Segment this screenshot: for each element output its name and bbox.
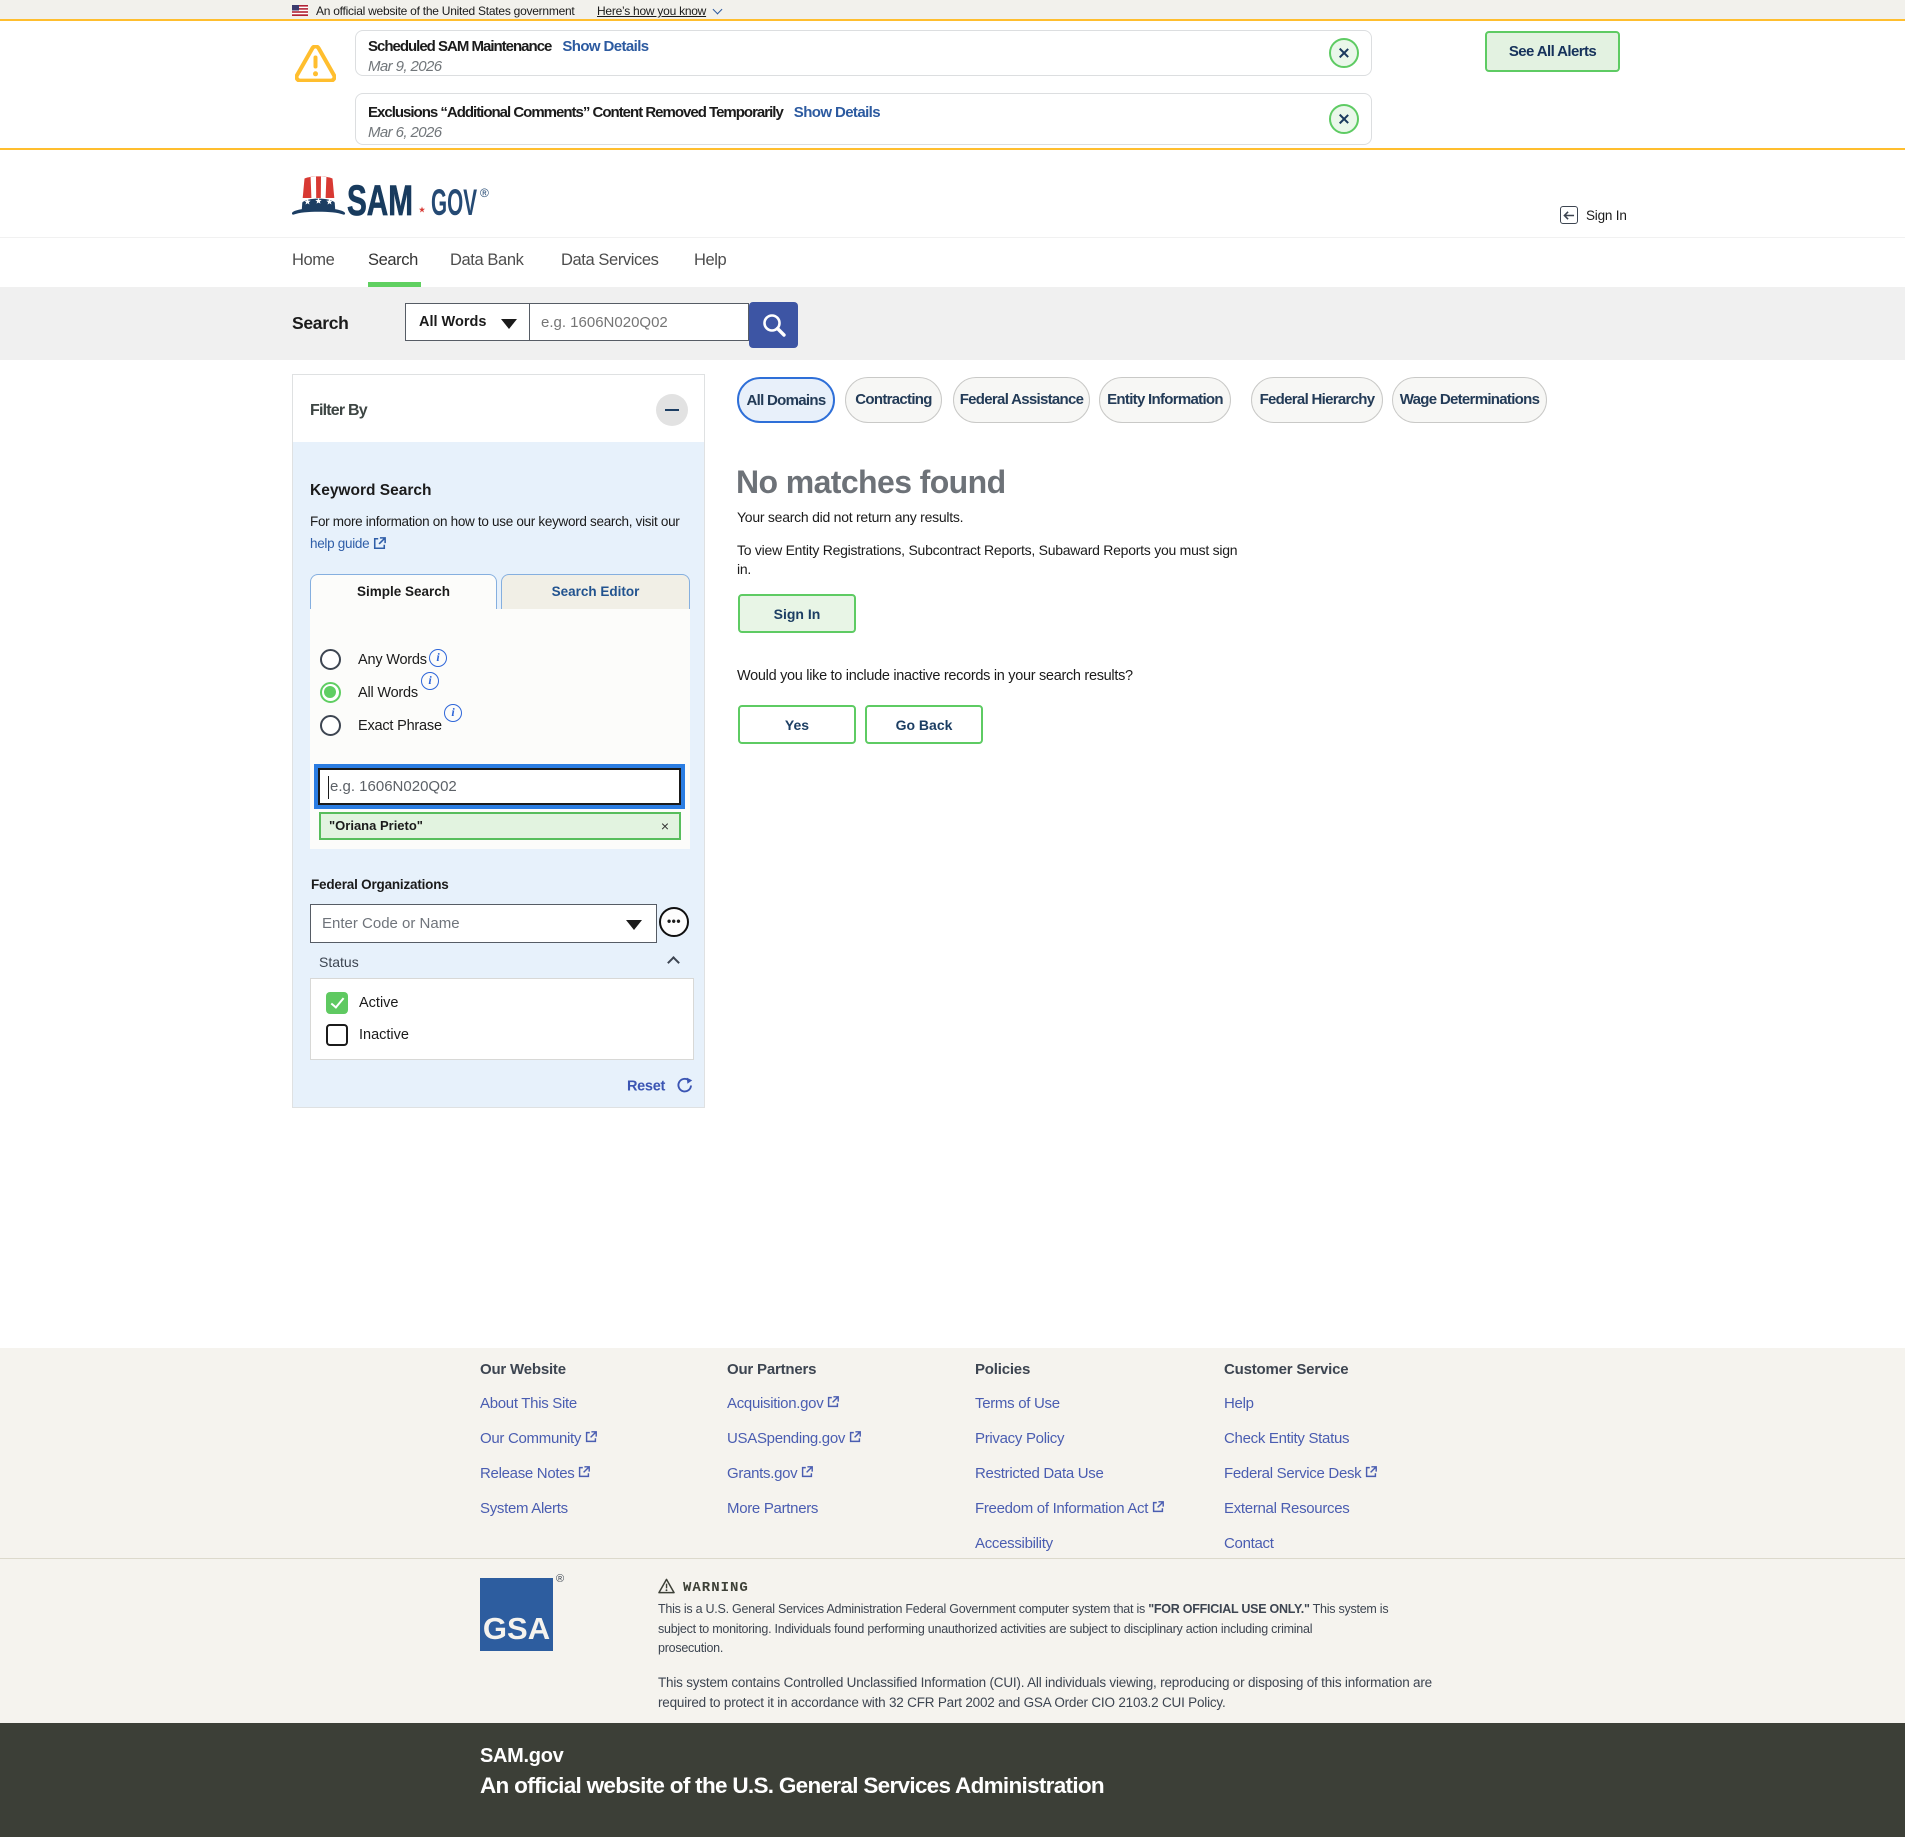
svg-text:®: ® [480, 186, 489, 200]
svg-text:GOV: GOV [431, 182, 477, 222]
svg-text:SAM: SAM [347, 177, 413, 222]
